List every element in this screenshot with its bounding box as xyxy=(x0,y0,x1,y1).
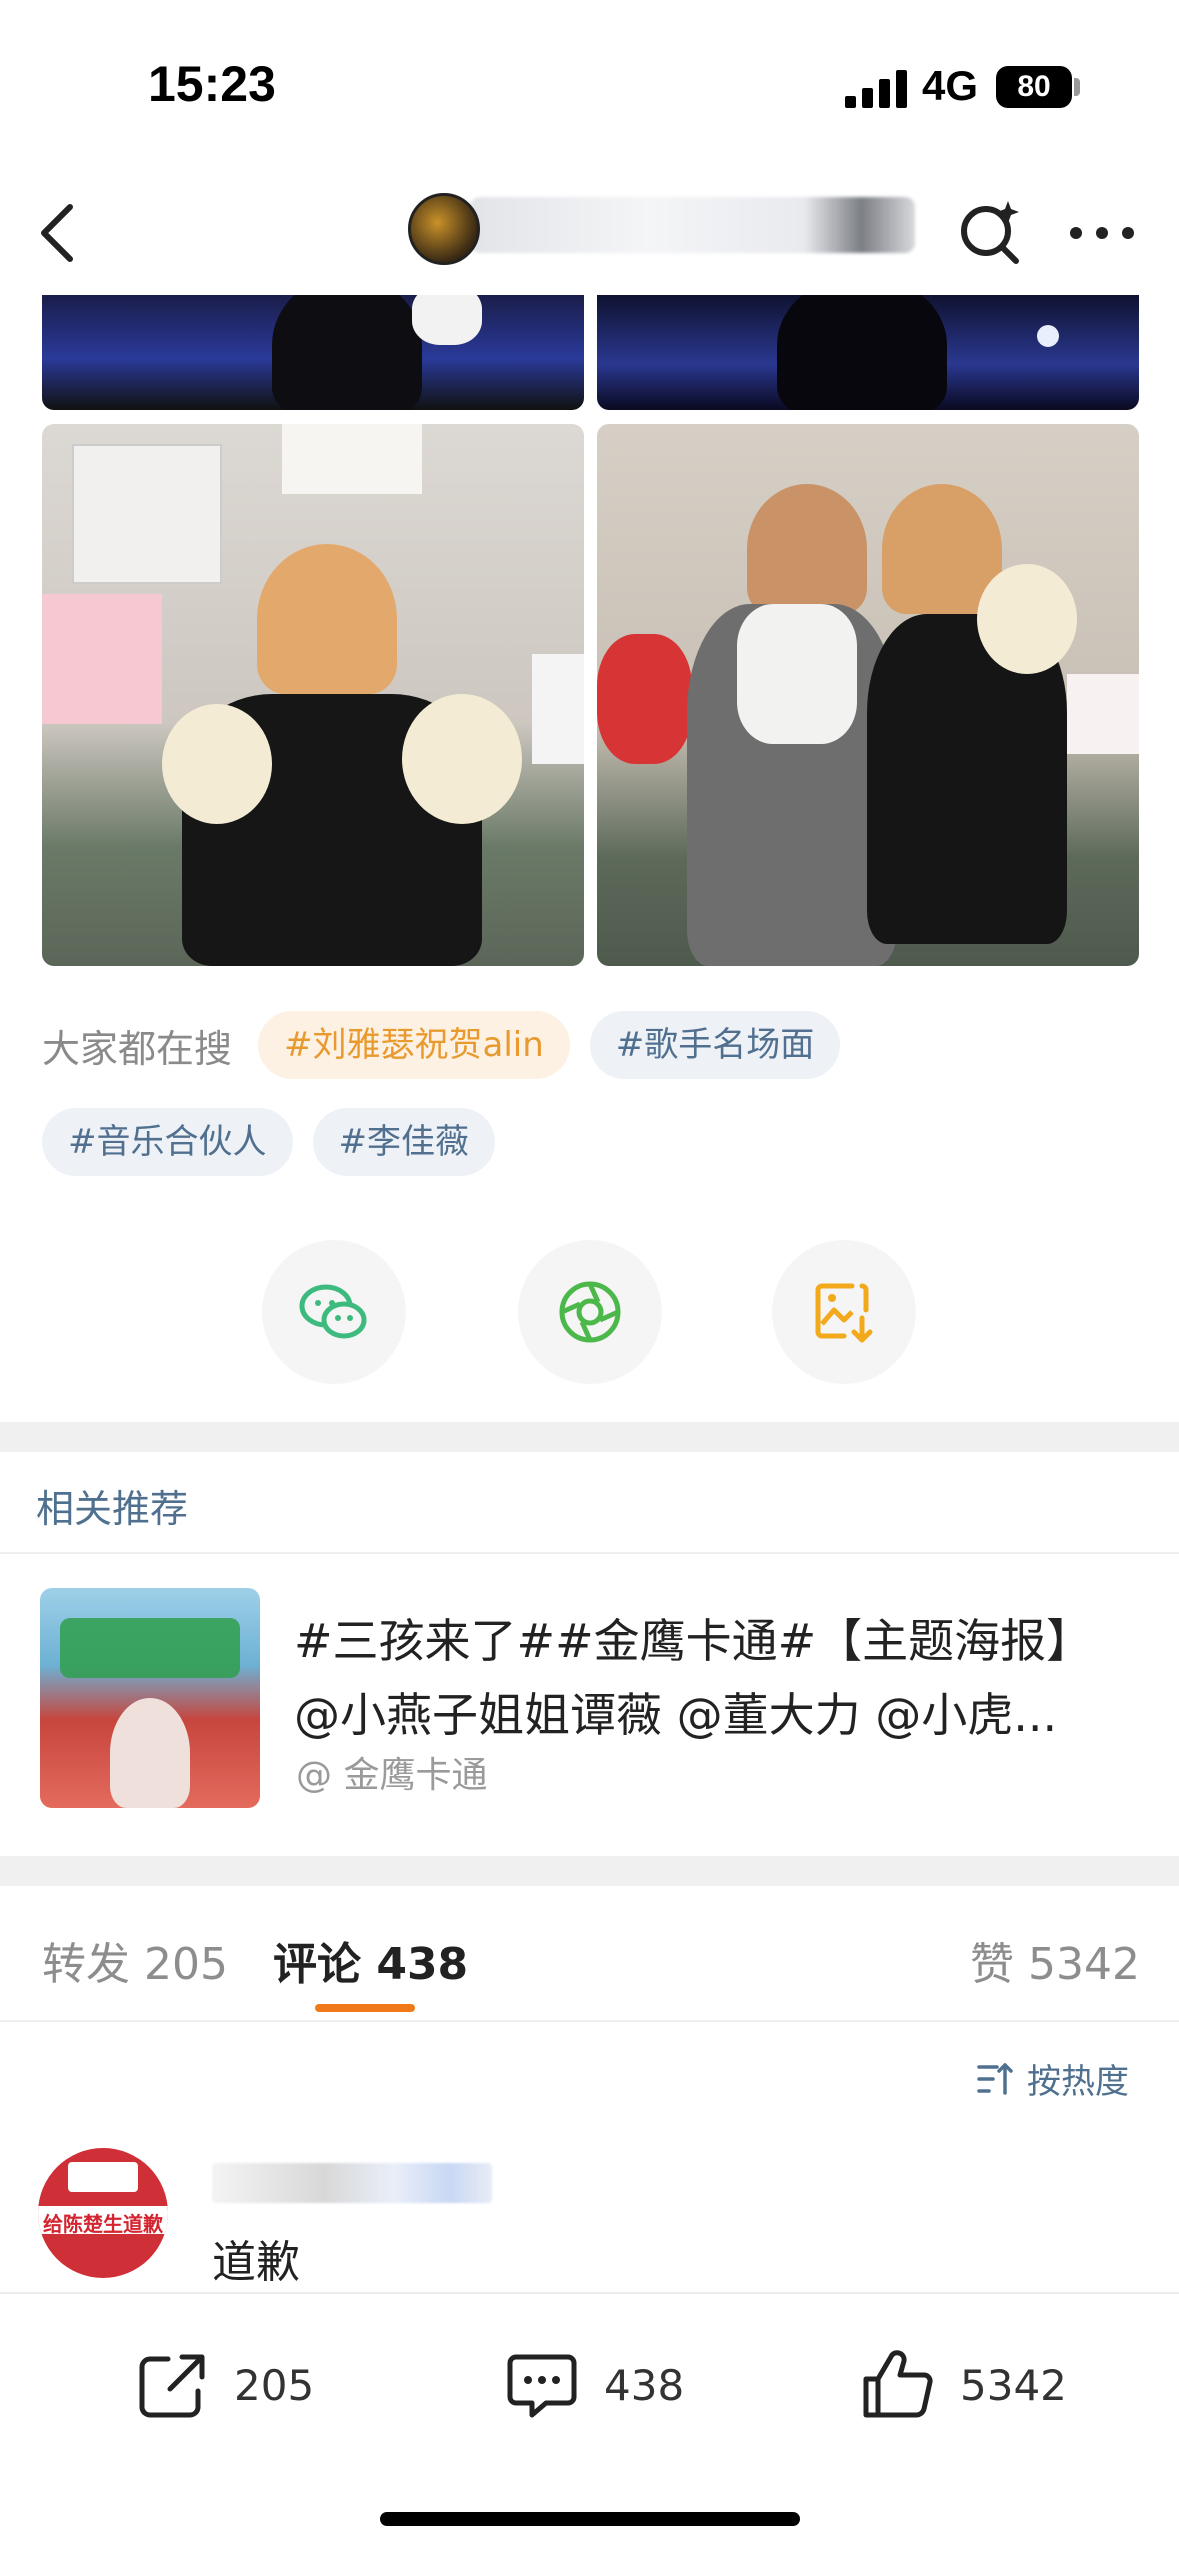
hot-search-row: 大家都在搜 #刘雅瑟祝贺alin #歌手名场面 xyxy=(42,1010,860,1080)
tab-comment[interactable]: 评论 438 xyxy=(273,1928,468,1992)
like-count: 5342 xyxy=(960,2360,1067,2410)
avatar-text: 给陈楚生道歉 xyxy=(43,2212,163,2236)
tab-count: 205 xyxy=(144,1939,228,1990)
status-bar: 15:23 4G 80 xyxy=(0,0,1179,170)
related-title: 相关推荐 xyxy=(36,1487,189,1531)
hot-search-tag[interactable]: #刘雅瑟祝贺alin xyxy=(258,1011,570,1079)
image-figure xyxy=(747,484,867,614)
image-product xyxy=(42,594,162,724)
tab-label: 赞 xyxy=(970,1939,1014,1990)
tab-count: 438 xyxy=(376,1939,469,1990)
image-plush xyxy=(597,634,692,764)
post-image-3[interactable] xyxy=(42,424,584,966)
post-image-1[interactable] xyxy=(42,295,584,410)
related-source[interactable]: @ 金鹰卡通 xyxy=(296,1746,487,1798)
image-sleeve xyxy=(977,564,1077,674)
signal-icon xyxy=(845,70,907,108)
divider xyxy=(0,2020,1179,2022)
comment-count: 438 xyxy=(604,2360,685,2410)
comment-icon xyxy=(507,2354,577,2418)
comment-avatar[interactable]: 给陈楚生道歉 xyxy=(38,2148,168,2278)
share-wechat-button[interactable] xyxy=(262,1240,406,1384)
active-tab-indicator xyxy=(315,2004,415,2012)
home-indicator[interactable] xyxy=(380,2512,800,2526)
hot-search-label: 大家都在搜 xyxy=(42,1026,233,1071)
avatar-redaction xyxy=(68,2162,138,2192)
post-image-4[interactable] xyxy=(597,424,1139,966)
divider xyxy=(0,1552,1179,1554)
nav-bar xyxy=(0,175,1179,295)
image-light xyxy=(1037,325,1059,347)
search-icon[interactable] xyxy=(954,195,1024,265)
comment-username-blurred[interactable] xyxy=(212,2163,492,2203)
tab-label: 转发 xyxy=(42,1939,130,1990)
battery-tip xyxy=(1074,78,1080,96)
battery-level: 80 xyxy=(1017,70,1051,103)
section-divider xyxy=(0,1856,1179,1886)
thumbnail-figure xyxy=(110,1698,190,1808)
related-post-text[interactable]: #三孩来了##金鹰卡通#【主题海报】 @小燕子姐姐谭薇 @董大力 @小虎... xyxy=(294,1604,1144,1752)
repost-button[interactable]: 205 xyxy=(132,2340,314,2430)
post-image-2[interactable] xyxy=(597,295,1139,410)
hot-search-row-2: #音乐合伙人 #李佳薇 xyxy=(42,1108,515,1176)
sort-label: 按热度 xyxy=(1027,2062,1129,2102)
tab-count: 5342 xyxy=(1028,1939,1140,1990)
network-type: 4G xyxy=(922,62,979,109)
wechat-icon xyxy=(299,1284,367,1339)
back-icon[interactable] xyxy=(30,193,90,273)
more-icon[interactable] xyxy=(1066,195,1138,265)
image-figure xyxy=(272,295,422,410)
image-figure xyxy=(257,544,397,694)
image-sleeve xyxy=(162,704,272,824)
tab-like[interactable]: 赞 5342 xyxy=(970,1928,1140,1992)
like-button[interactable]: 5342 xyxy=(858,2340,1067,2430)
interaction-tabs: 转发 205 评论 438 赞 5342 xyxy=(0,1888,1179,2018)
comment-text: 道歉 xyxy=(212,2237,300,2288)
save-image-button[interactable] xyxy=(772,1240,916,1384)
image-poster xyxy=(282,424,422,494)
related-post-line: @小燕子姐姐谭薇 @董大力 @小虎... xyxy=(294,1688,1058,1742)
thumbs-up-icon xyxy=(863,2350,933,2418)
hot-search-tag[interactable]: #李佳薇 xyxy=(312,1108,495,1176)
hot-search-tag[interactable]: #歌手名场面 xyxy=(589,1011,841,1079)
image-blouse xyxy=(737,604,857,744)
tab-repost[interactable]: 转发 205 xyxy=(42,1928,228,1992)
nav-avatar[interactable] xyxy=(408,193,480,265)
image-poster xyxy=(72,444,222,584)
save-image-icon xyxy=(815,1283,873,1343)
bottom-action-bar: 205 438 5342 xyxy=(0,2292,1179,2556)
share-moments-button[interactable] xyxy=(518,1240,662,1384)
thumbnail-banner xyxy=(60,1618,240,1678)
section-divider xyxy=(0,1422,1179,1452)
repost-icon xyxy=(139,2354,205,2418)
sort-button[interactable]: 按热度 xyxy=(975,2054,1129,2103)
tab-label: 评论 xyxy=(273,1939,361,1990)
repost-count: 205 xyxy=(234,2360,315,2410)
battery-icon: 80 xyxy=(996,66,1072,108)
image-product xyxy=(532,654,584,764)
hot-search-tag[interactable]: #音乐合伙人 xyxy=(42,1108,293,1176)
sort-icon xyxy=(977,2062,1013,2095)
image-product xyxy=(1067,674,1139,754)
comment-button[interactable]: 438 xyxy=(502,2340,684,2430)
status-time: 15:23 xyxy=(148,56,276,112)
image-sleeve xyxy=(402,694,522,824)
nav-username-blurred[interactable] xyxy=(470,197,915,253)
image-figure xyxy=(412,295,482,345)
related-post-line: #三孩来了##金鹰卡通#【主题海报】 xyxy=(294,1614,1093,1668)
related-thumbnail[interactable] xyxy=(40,1588,260,1808)
image-figure xyxy=(777,295,947,410)
moments-icon xyxy=(559,1281,621,1343)
